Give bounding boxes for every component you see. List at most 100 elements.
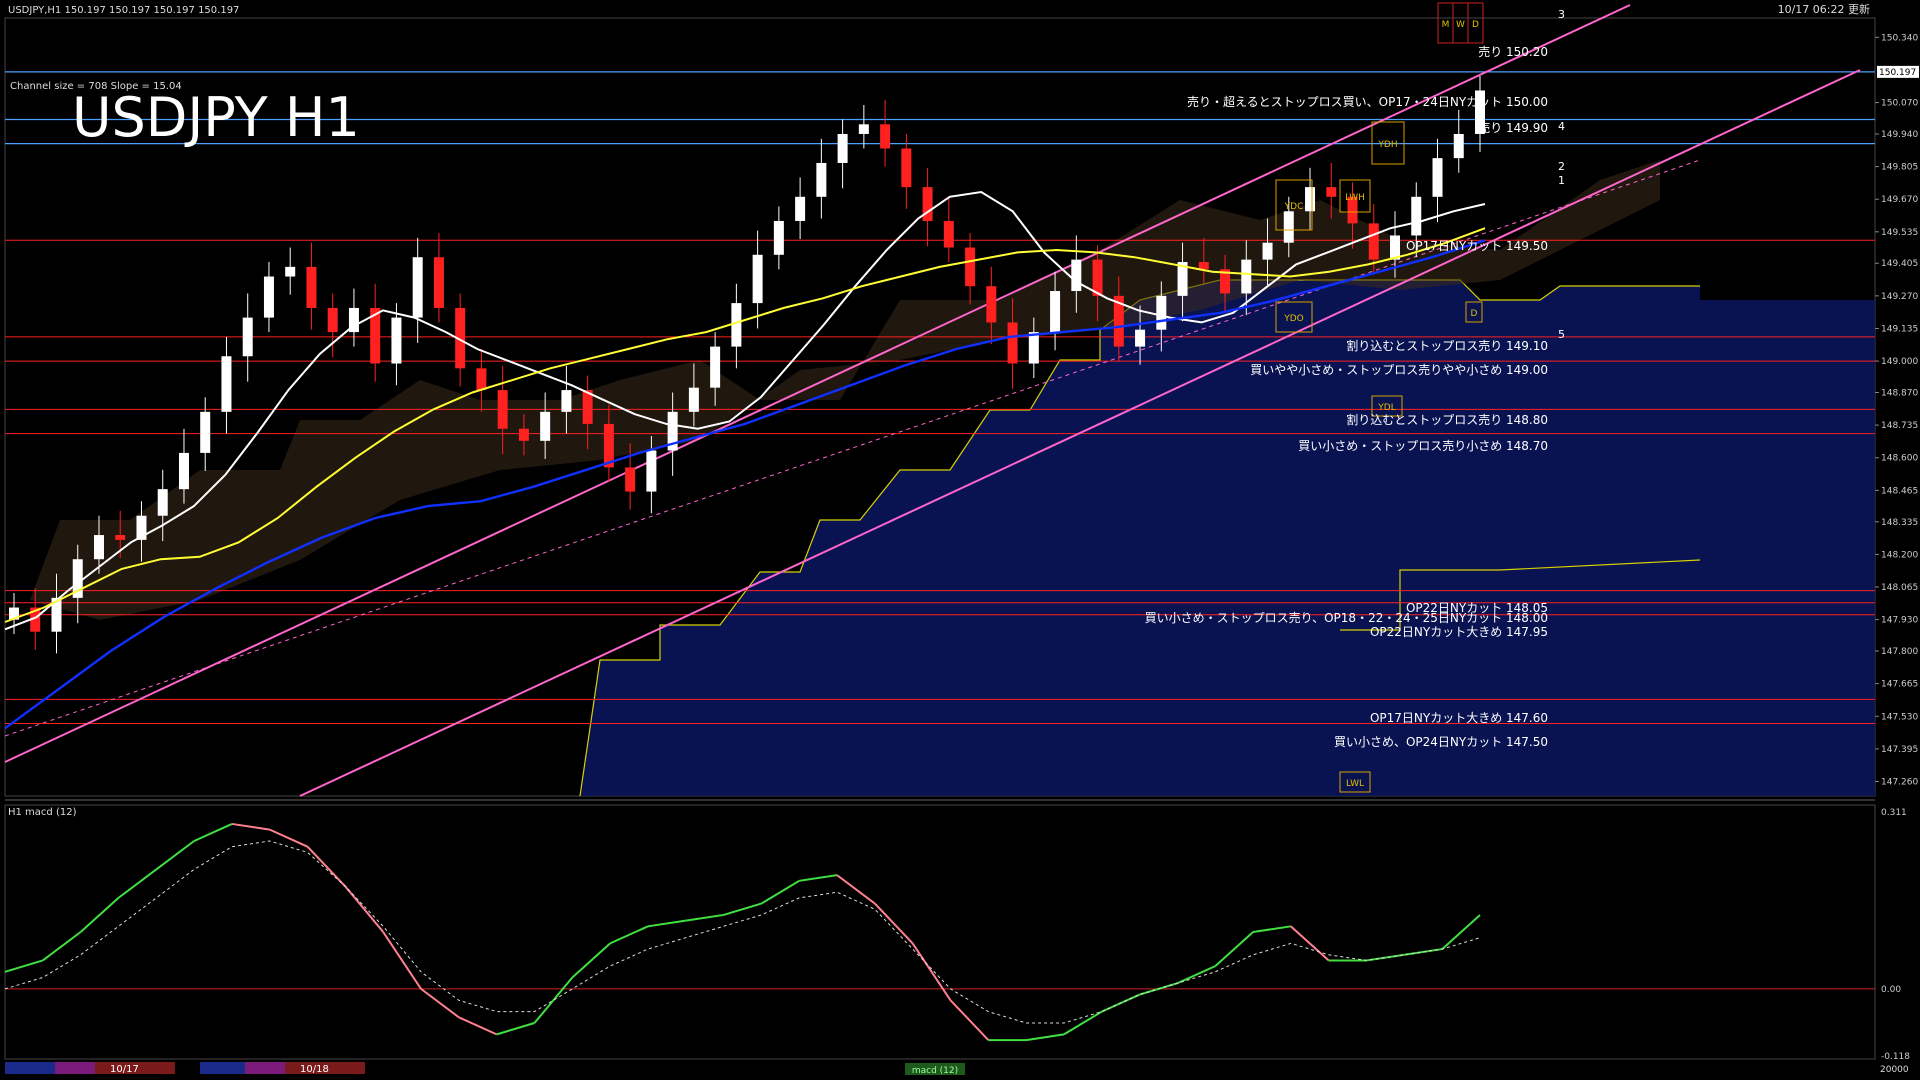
axis-tick-label: 147.800 bbox=[1881, 647, 1918, 657]
candle-body bbox=[412, 257, 423, 318]
chart-canvas[interactable]: YDHYDCLWHYDOYDLLWLDM W D 0.3110.00-0.118 1… bbox=[0, 0, 1920, 1080]
annotation-label: 売り・超えるとストップロス買い、OP17・24日NYカット 150.00 bbox=[1187, 94, 1548, 109]
candle-body bbox=[1156, 295, 1167, 330]
axis-tick-label: 150.340 bbox=[1881, 33, 1918, 43]
axis-tick-label: 147.665 bbox=[1881, 680, 1918, 690]
box-label: M bbox=[1442, 20, 1450, 30]
candle-body bbox=[710, 346, 721, 388]
candle-body bbox=[518, 428, 529, 441]
projection-label: 4 bbox=[1558, 120, 1565, 133]
candle-body bbox=[242, 317, 253, 357]
axis-tick-label: 149.405 bbox=[1881, 259, 1918, 269]
axis-tick-label: 148.870 bbox=[1881, 389, 1918, 399]
annotation-label: 割り込むとストップロス売り 149.10 bbox=[1346, 338, 1548, 353]
axis-tick-label: 149.270 bbox=[1881, 292, 1918, 302]
box-label: LWH bbox=[1345, 193, 1365, 203]
axis-tick-label: 148.465 bbox=[1881, 486, 1918, 496]
box-label: YDC bbox=[1284, 202, 1304, 212]
annotation-label: 買い小さめ、OP24日NYカット 147.50 bbox=[1334, 735, 1548, 749]
candle-body bbox=[965, 247, 976, 287]
macd-axis-label: 0.311 bbox=[1881, 808, 1907, 818]
macd-axis-label: 0.00 bbox=[1881, 985, 1901, 995]
server-time: 10/17 06:22 更新 bbox=[1778, 2, 1870, 16]
candle-body bbox=[688, 387, 699, 412]
candle-body bbox=[476, 368, 487, 391]
candle-body bbox=[1241, 259, 1252, 294]
candle-body bbox=[327, 307, 338, 333]
current-price-label: 150.197 bbox=[1879, 68, 1916, 78]
axis-tick-label: 150.070 bbox=[1881, 99, 1918, 109]
annotation-label: 買い小さめ・ストップロス売り小さめ 148.70 bbox=[1298, 438, 1548, 453]
candle-body bbox=[646, 450, 657, 492]
axis-tick-label: 148.735 bbox=[1881, 421, 1918, 431]
annotation-label: 売り 149.90 bbox=[1478, 120, 1548, 135]
candle-body bbox=[391, 317, 402, 364]
candle-body bbox=[625, 467, 636, 492]
projection-label: 5 bbox=[1558, 328, 1565, 341]
axis-tick-label: 149.805 bbox=[1881, 163, 1918, 173]
date-label: 10/18 bbox=[300, 1064, 329, 1075]
candle-body bbox=[1368, 223, 1379, 260]
projection-label: 3 bbox=[1558, 8, 1565, 21]
box-label: D bbox=[1471, 309, 1478, 319]
candle-body bbox=[306, 266, 317, 308]
annotation-label: 買いやや小さめ・ストップロス売りやや小さめ 149.00 bbox=[1250, 362, 1548, 377]
candle-body bbox=[1305, 187, 1316, 212]
candle-body bbox=[1411, 196, 1422, 236]
candle-body bbox=[1050, 291, 1061, 333]
candle-body bbox=[157, 489, 168, 516]
axis-tick-label: 149.000 bbox=[1881, 357, 1918, 367]
period-swatch bbox=[200, 1062, 245, 1074]
axis-tick-label: 149.535 bbox=[1881, 228, 1918, 238]
candle-body bbox=[986, 286, 997, 323]
period-swatch bbox=[55, 1062, 95, 1074]
candle-body bbox=[816, 162, 827, 197]
candle-body bbox=[1432, 158, 1443, 197]
candle-body bbox=[1007, 322, 1018, 364]
candle-body bbox=[752, 254, 763, 304]
candle-body bbox=[561, 390, 572, 412]
candle-body bbox=[880, 124, 891, 149]
candle-body bbox=[731, 303, 742, 347]
candle-body bbox=[178, 452, 189, 490]
candle-body bbox=[540, 411, 551, 441]
candle-body bbox=[93, 535, 104, 560]
candle-body bbox=[1071, 259, 1082, 292]
candle-body bbox=[1262, 242, 1273, 260]
projection-label: 2 bbox=[1558, 160, 1565, 173]
box-label: LWL bbox=[1346, 779, 1364, 789]
annotation-label: 割り込むとストップロス売り 148.80 bbox=[1346, 412, 1548, 427]
candle-body bbox=[433, 257, 444, 308]
candle-body bbox=[1135, 329, 1146, 347]
axis-tick-label: 147.930 bbox=[1881, 616, 1918, 626]
projection-label: 1 bbox=[1558, 174, 1565, 187]
box-label: W bbox=[1456, 20, 1465, 30]
axis-tick-label: 148.065 bbox=[1881, 583, 1918, 593]
candle-body bbox=[1028, 332, 1039, 364]
axis-tick-label: 149.670 bbox=[1881, 195, 1918, 205]
indicator-tag-label: macd (12) bbox=[912, 1066, 958, 1076]
candle-body bbox=[263, 276, 274, 318]
volume-scale: 20000 bbox=[1880, 1065, 1909, 1075]
candle-body bbox=[1198, 262, 1209, 270]
candle-body bbox=[115, 535, 126, 540]
axis-tick-label: 147.530 bbox=[1881, 712, 1918, 722]
axis-tick-label: 149.135 bbox=[1881, 324, 1918, 334]
annotation-label: OP17日NYカット大きめ 147.60 bbox=[1370, 711, 1548, 725]
candle-body bbox=[922, 187, 933, 221]
candle-body bbox=[200, 411, 211, 453]
candle-body bbox=[285, 266, 296, 277]
box-label: D bbox=[1472, 20, 1479, 30]
candle-body bbox=[221, 356, 232, 412]
candle-body bbox=[901, 148, 912, 188]
axis-tick-label: 149.940 bbox=[1881, 130, 1918, 140]
annotation-label: OP17日NYカット 149.50 bbox=[1406, 239, 1548, 253]
period-swatch bbox=[5, 1062, 55, 1074]
macd-label: H1 macd (12) bbox=[8, 807, 77, 818]
candle-body bbox=[1326, 187, 1337, 197]
axis-tick-label: 148.200 bbox=[1881, 550, 1918, 560]
axis-tick-label: 148.335 bbox=[1881, 518, 1918, 528]
candle-body bbox=[1453, 133, 1464, 159]
candle-body bbox=[1283, 211, 1294, 243]
candle-body bbox=[497, 390, 508, 429]
